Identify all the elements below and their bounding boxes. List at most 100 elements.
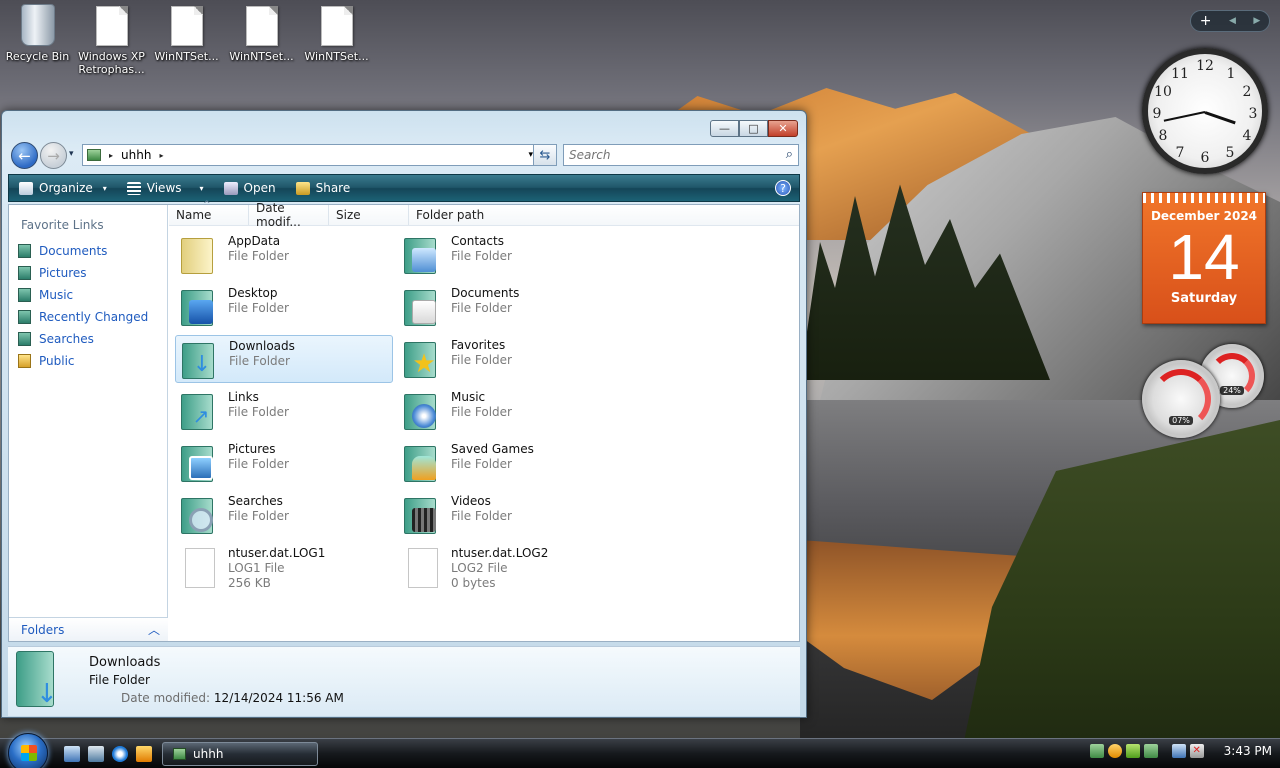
address-bar[interactable]: ▸ uhhh ▸ ▾ xyxy=(82,144,538,166)
column-name[interactable]: Name xyxy=(169,200,249,225)
column-date-modified[interactable]: Date modif... xyxy=(249,201,329,229)
clock-gadget[interactable]: 12 1 2 3 4 5 6 7 8 9 10 11 xyxy=(1142,48,1268,174)
list-item[interactable]: ntuser.dat.LOG1 LOG1 File 256 KB xyxy=(175,543,393,603)
share-icon xyxy=(295,181,310,195)
desktop-icon-recycle-bin[interactable]: Recycle Bin xyxy=(0,4,75,63)
list-item-selected[interactable]: ↓ Downloads File Folder xyxy=(175,335,393,383)
favorite-link-recently-changed[interactable]: Recently Changed xyxy=(9,306,167,328)
organize-button[interactable]: Organize ▾ xyxy=(9,175,117,201)
desktop-icon-winntset-1[interactable]: WinNTSet... xyxy=(149,6,224,63)
public-folder-icon xyxy=(18,354,31,368)
chevron-down-icon: ▾ xyxy=(102,183,107,193)
list-item[interactable]: ntuser.dat.LOG2 LOG2 File 0 bytes xyxy=(398,543,616,603)
list-item[interactable]: Searches File Folder xyxy=(175,491,393,539)
list-item[interactable]: Contacts File Folder xyxy=(398,231,616,279)
calendar-day: 14 xyxy=(1168,221,1240,293)
favorite-links-header: Favorite Links xyxy=(21,218,104,232)
search-input[interactable] xyxy=(569,148,769,162)
list-item[interactable]: ★ Favorites File Folder xyxy=(398,335,616,383)
close-button[interactable]: ✕ xyxy=(768,120,798,137)
list-item[interactable]: Documents File Folder xyxy=(398,283,616,331)
taskbar-clock[interactable]: 3:43 PM xyxy=(1224,744,1272,758)
column-size[interactable]: Size xyxy=(329,205,409,225)
column-headers: Name Date modif... Size Folder path xyxy=(169,200,799,229)
tray-app-icon[interactable] xyxy=(1089,744,1104,758)
music-folder-icon xyxy=(402,390,442,432)
breadcrumb-uhhh[interactable]: uhhh xyxy=(121,148,151,162)
share-button[interactable]: Share xyxy=(286,175,361,201)
list-item[interactable]: Videos File Folder xyxy=(398,491,616,539)
switch-windows-icon[interactable] xyxy=(88,746,104,762)
list-item[interactable]: AppData File Folder xyxy=(175,231,393,279)
network-icon[interactable] xyxy=(1171,744,1186,758)
saved-games-folder-icon xyxy=(402,442,442,484)
tray-app-icon[interactable] xyxy=(1143,744,1158,758)
search-box[interactable]: ⌕ xyxy=(563,144,799,166)
back-button[interactable]: ← xyxy=(11,142,38,169)
document-icon xyxy=(170,6,203,46)
views-button[interactable]: Views ▾ xyxy=(117,175,214,201)
sidebar-gadget-bar: + ◀ ▶ xyxy=(1190,10,1270,32)
open-button[interactable]: Open xyxy=(214,175,286,201)
taskbar-window-uhhh[interactable]: uhhh xyxy=(162,742,318,766)
chevron-down-icon: ▾ xyxy=(199,183,204,193)
favorite-link-searches[interactable]: Searches xyxy=(9,328,167,350)
column-folder-path[interactable]: Folder path xyxy=(409,205,499,225)
favorite-link-pictures[interactable]: Pictures xyxy=(9,262,167,284)
minimize-button[interactable]: — xyxy=(710,120,739,137)
favorite-link-music[interactable]: Music xyxy=(9,284,167,306)
desktop-folder-icon xyxy=(179,286,219,328)
internet-explorer-icon[interactable] xyxy=(112,746,128,762)
cpu-percent: 07% xyxy=(1169,416,1193,425)
list-item[interactable]: Pictures File Folder xyxy=(175,439,393,487)
pictures-icon xyxy=(18,266,31,280)
list-item[interactable]: Desktop File Folder xyxy=(175,283,393,331)
list-item[interactable]: ↗ Links File Folder xyxy=(175,387,393,435)
calendar-gadget[interactable]: December 2024 14 Saturday xyxy=(1142,192,1266,324)
downloads-folder-icon: ↓ xyxy=(180,339,220,381)
downloads-folder-icon: ↓ xyxy=(16,651,62,711)
file-icon xyxy=(179,546,219,588)
views-icon xyxy=(126,181,141,195)
next-gadget-button[interactable]: ▶ xyxy=(1253,16,1260,26)
volume-muted-icon[interactable]: ✕ xyxy=(1189,744,1204,758)
clock-number: 7 xyxy=(1175,145,1185,161)
forward-button[interactable]: → xyxy=(40,142,67,169)
list-item[interactable]: Saved Games File Folder xyxy=(398,439,616,487)
file-icon xyxy=(402,546,442,588)
clock-number: 2 xyxy=(1242,84,1252,100)
show-desktop-icon[interactable] xyxy=(64,746,80,762)
breadcrumb-arrow-icon[interactable]: ▸ xyxy=(159,151,163,160)
contacts-folder-icon xyxy=(402,234,442,276)
breadcrumb-arrow-icon[interactable]: ▸ xyxy=(109,151,113,160)
details-name: Downloads xyxy=(89,655,161,670)
maximize-button[interactable]: □ xyxy=(739,120,768,137)
desktop-icon-winntset-2[interactable]: WinNTSet... xyxy=(224,6,299,63)
prev-gadget-button[interactable]: ◀ xyxy=(1229,16,1236,26)
media-player-icon[interactable] xyxy=(136,746,152,762)
folders-toggle[interactable]: Folders ︿ xyxy=(9,617,168,641)
favorite-link-public[interactable]: Public xyxy=(9,350,167,372)
search-icon[interactable]: ⌕ xyxy=(786,147,793,162)
favorite-link-documents[interactable]: Documents xyxy=(9,240,167,262)
explorer-window[interactable]: — □ ✕ ← → ▾ ▸ uhhh ▸ ▾ ⇆ ⌕ Organize ▾ Vi… xyxy=(1,110,807,718)
tray-update-icon[interactable] xyxy=(1125,744,1140,758)
document-icon xyxy=(320,6,353,46)
recent-pages-dropdown[interactable]: ▾ xyxy=(69,149,74,159)
recycle-bin-icon xyxy=(20,4,55,46)
tray-security-icon[interactable] xyxy=(1107,744,1122,758)
start-button[interactable] xyxy=(8,733,48,768)
help-button[interactable]: ? xyxy=(775,180,791,196)
list-item[interactable]: Music File Folder xyxy=(398,387,616,435)
videos-folder-icon xyxy=(402,494,442,536)
calendar-weekday: Saturday xyxy=(1170,291,1238,306)
command-toolbar: Organize ▾ Views ▾ Open Share ? xyxy=(8,174,800,202)
pictures-folder-icon xyxy=(179,442,219,484)
desktop-icon-windows-xp[interactable]: Windows XP Retrophas... xyxy=(74,6,149,76)
refresh-button[interactable]: ⇆ xyxy=(533,144,557,166)
cpu-meter-gadget[interactable]: 07% xyxy=(1142,360,1220,438)
system-tray: ✕ 3:43 PM xyxy=(1089,744,1272,758)
desktop-icon-winntset-3[interactable]: WinNTSet... xyxy=(299,6,374,63)
plain-folder-icon xyxy=(179,234,219,276)
add-gadget-button[interactable]: + xyxy=(1200,13,1212,29)
